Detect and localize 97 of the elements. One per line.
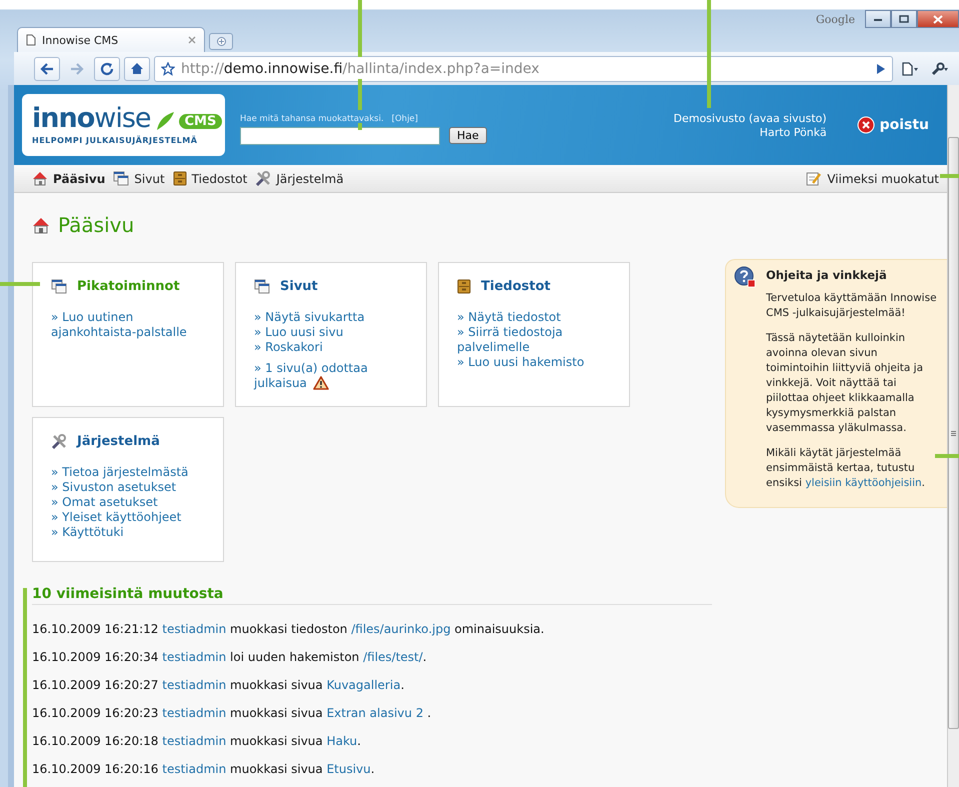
home-button[interactable]	[124, 56, 150, 80]
play-icon[interactable]	[876, 62, 886, 74]
browser-tab[interactable]: Innowise CMS	[17, 27, 205, 52]
house-icon	[130, 62, 144, 75]
scrollbar[interactable]	[947, 85, 959, 787]
forward-arrow-icon	[70, 62, 84, 74]
close-icon[interactable]	[188, 36, 196, 44]
log-entry: 16.10.2009 16:21:12 testiadmin muokkasi tiedoston /files/aurinko.jpg ominaisuuksia.	[32, 621, 546, 638]
logo-wordmark: innowise	[32, 105, 151, 132]
star-icon[interactable]	[161, 62, 175, 76]
section-link[interactable]: » Omat asetukset	[51, 495, 213, 510]
search-hint: Hae mitä tahansa muokattavaksi.	[240, 114, 384, 124]
help-question-icon[interactable]	[734, 266, 756, 288]
document-icon	[901, 62, 919, 76]
windows-icon	[51, 279, 67, 294]
user-link[interactable]: testiadmin	[162, 678, 226, 692]
close-icon	[856, 116, 875, 134]
section-title: Järjestelmä	[77, 434, 160, 449]
item-link[interactable]: /files/aurinko.jpg	[351, 622, 451, 636]
item-link[interactable]: Haku	[326, 734, 358, 748]
recently-edited-link[interactable]: Viimeksi muokatut	[806, 171, 939, 186]
maximize-button[interactable]	[891, 10, 917, 28]
warning-icon	[312, 376, 329, 390]
demo-site-link[interactable]: Demosivusto (avaa sivusto)	[673, 112, 827, 126]
item-link[interactable]: /files/test/	[363, 650, 423, 664]
nav-item[interactable]: Tiedostot	[172, 171, 248, 186]
section-link[interactable]: » Käyttötuki	[51, 525, 213, 540]
item-link[interactable]: Etusivu	[326, 762, 371, 776]
new-tab-button[interactable]	[209, 33, 233, 50]
help-link[interactable]: yleisiin käyttöohjeisiin	[805, 477, 922, 489]
logo-badge: CMS	[178, 114, 222, 129]
search-field[interactable]	[240, 126, 440, 144]
grip-icon	[951, 430, 956, 436]
reload-button[interactable]	[94, 56, 120, 80]
nav-item[interactable]: Järjestelmä	[255, 171, 344, 186]
nav-item[interactable]: Pääsivu	[32, 171, 106, 186]
user-link[interactable]: testiadmin	[162, 706, 226, 720]
section-title: Sivut	[280, 279, 318, 294]
user-link[interactable]: testiadmin	[162, 622, 226, 636]
back-arrow-icon	[40, 62, 54, 74]
log-entry: 16.10.2009 16:20:16 testiadmin muokkasi sivua Etusivu.	[32, 761, 376, 778]
section-link[interactable]: » Luo uusi hakemisto	[457, 355, 619, 370]
user-name: Harto Pönkä	[760, 126, 827, 139]
wrench-icon	[931, 62, 949, 76]
user-link[interactable]: testiadmin	[162, 650, 226, 664]
section-link[interactable]: » Näytä tiedostot	[457, 310, 619, 325]
section-link[interactable]: » Näytä sivukartta	[254, 310, 416, 325]
item-link[interactable]: Extran alasivu 2	[326, 706, 424, 720]
maximize-icon	[899, 15, 909, 23]
section-link[interactable]: » Luo uusi sivu	[254, 325, 416, 340]
windows-icon	[113, 171, 130, 186]
logout-link[interactable]: poistu	[856, 116, 929, 134]
log-entry: 16.10.2009 16:20:18 testiadmin muokkasi sivua Haku.	[32, 733, 362, 750]
search-engine-label: Google	[816, 12, 855, 26]
pending-pages-link[interactable]: » 1 sivu(a) odottaa julkaisua	[254, 361, 416, 391]
plus-icon	[216, 37, 226, 46]
help-text: Tässä näytetään kulloinkin avoinna olevan sivun toimintoihin liittyviä ohjeita ja vinkkejä. Voit näyttää tai piilottaa ohjeet klikkaamalla kysymysmerkkiä palstan vasemmassa yläkulmassa.	[766, 331, 924, 436]
close-icon	[933, 14, 943, 24]
back-button[interactable]	[34, 56, 60, 80]
user-link[interactable]: testiadmin	[162, 734, 226, 748]
notepad-pencil-icon	[806, 171, 822, 186]
house-icon	[32, 171, 48, 186]
help-text: Mikäli käytät järjestelmää ensimmäistä kertaa, tutustu ensiksi yleisiin käyttöohjeisiin.	[766, 446, 926, 491]
user-link[interactable]: testiadmin	[162, 762, 226, 776]
cabinet-icon	[172, 171, 187, 186]
log-entry: 16.10.2009 16:20:23 testiadmin muokkasi sivua Extran alasivu 2 .	[32, 705, 432, 722]
section-link[interactable]: » Siirrä tiedostoja palvelimelle	[457, 325, 619, 355]
help-text: Tervetuloa käyttämään Innowise CMS -julkaisujärjestelmää!	[766, 291, 937, 321]
tools-icon	[255, 171, 272, 186]
cabinet-icon	[457, 279, 471, 294]
innowise-logo[interactable]: innowise CMS HELPOMPI JULKAISUJÄRJESTELMÄ	[22, 94, 225, 156]
section-title: Tiedostot	[481, 279, 550, 294]
address-bar[interactable]: http://demo.innowise.fi/hallinta/index.php?a=index	[154, 56, 893, 82]
windows-icon	[254, 279, 270, 294]
section-link[interactable]: » Tietoa järjestelmästä	[51, 465, 213, 480]
log-entry: 16.10.2009 16:20:34 testiadmin loi uuden hakemiston /files/test/.	[32, 649, 428, 666]
item-link[interactable]: Kuvagalleria	[326, 678, 401, 692]
nav-item[interactable]: Sivut	[113, 171, 165, 186]
minimize-icon	[873, 16, 883, 22]
help-title: Ohjeita ja vinkkejä	[766, 268, 888, 283]
document-icon	[26, 34, 36, 46]
leaf-icon	[154, 110, 175, 132]
house-icon	[32, 216, 50, 234]
page-title: Pääsivu	[58, 213, 134, 237]
section-link[interactable]: » Yleiset käyttöohjeet	[51, 510, 213, 525]
recent-changes-title: 10 viimeisintä muutosta	[32, 586, 712, 605]
section-link[interactable]: » Roskakori	[254, 340, 416, 355]
section-link[interactable]: » Luo uutinen ajankohtaista-palstalle	[51, 310, 213, 340]
search-button[interactable]: Hae	[449, 127, 487, 144]
logo-tagline: HELPOMPI JULKAISUJÄRJESTELMÄ	[32, 136, 198, 145]
minimize-button[interactable]	[865, 10, 891, 28]
section-title: Pikatoiminnot	[77, 279, 180, 294]
close-window-button[interactable]	[917, 10, 959, 28]
tools-icon	[51, 434, 67, 449]
log-entry: 16.10.2009 16:20:27 testiadmin muokkasi sivua Kuvagalleria.	[32, 677, 406, 694]
section-link[interactable]: » Sivuston asetukset	[51, 480, 213, 495]
reload-icon	[100, 62, 114, 76]
